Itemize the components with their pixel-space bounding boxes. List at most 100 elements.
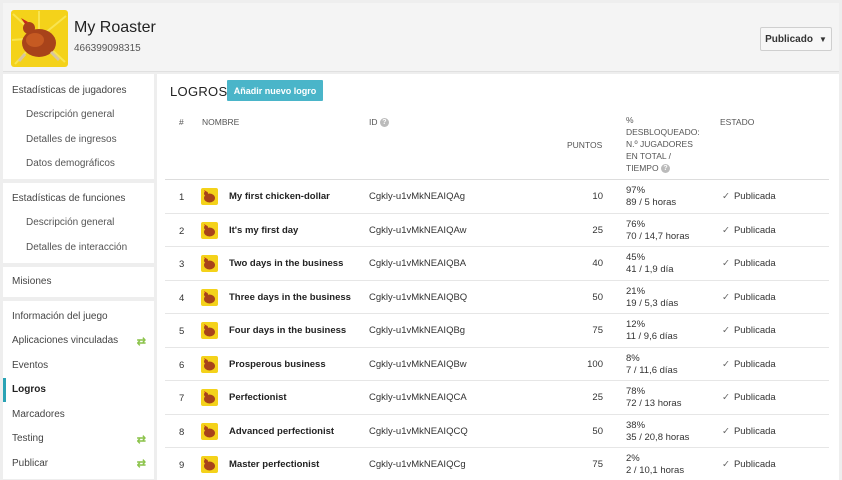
state-label: Publicada — [733, 258, 776, 269]
publish-status-dropdown[interactable]: Publicado ▼ — [760, 27, 832, 51]
sidebar-nav: Estadísticas de jugadores Descripción gen… — [3, 74, 154, 480]
table-row[interactable]: 1 My first chicken-dollar Cgkly-u1vMkNEA… — [165, 180, 829, 214]
achievement-name[interactable]: Master perfectionist — [229, 459, 319, 470]
unlocked-players-time: 72 / 13 horas — [626, 398, 682, 409]
achievement-name[interactable]: Four days in the business — [229, 325, 346, 336]
achievement-id: Cgkly-u1vMkNEAIQBA — [369, 258, 467, 269]
sidebar-item[interactable]: Descripción general — [3, 211, 154, 236]
achievement-chicken-icon — [201, 288, 218, 306]
achievement-name[interactable]: Advanced perfectionist — [229, 426, 334, 437]
sidebar-item-label: Detalles de ingresos — [26, 133, 117, 145]
col-header-id: ID ? — [369, 116, 389, 128]
state-label: Publicada — [733, 392, 776, 403]
table-row[interactable]: 3 Two days in the business Cgkly-u1vMkNE… — [165, 247, 829, 281]
table-row[interactable]: 4 Three days in the business Cgkly-u1vMk… — [165, 281, 829, 314]
page-title: LOGROS — [170, 84, 228, 99]
sidebar-item-label: Testing — [12, 433, 44, 445]
checkmark-icon: ✓ — [722, 258, 730, 269]
unlocked-stats: 2% 2 / 10,1 horas — [626, 453, 684, 477]
unlocked-percent: 2% — [626, 453, 640, 464]
sidebar-item[interactable]: Testing ⇄ — [3, 427, 154, 452]
state-label: Publicada — [733, 291, 776, 303]
row-number: 5 — [179, 326, 185, 337]
row-number: 4 — [179, 292, 185, 304]
sidebar-item-label: Estadísticas de funciones — [12, 192, 126, 204]
achievement-state: ✓ Publicada — [722, 359, 776, 370]
unlocked-percent: 21% — [626, 285, 646, 297]
achievement-points: 10 — [592, 191, 603, 202]
achievement-chicken-icon — [201, 355, 218, 373]
achievement-name[interactable]: Two days in the business — [229, 258, 343, 269]
achievement-state: ✓ Publicada — [722, 191, 776, 202]
help-icon[interactable]: ? — [660, 164, 670, 174]
app-id: 466399098315 — [74, 43, 141, 54]
sidebar-group: Información del juego Aplicaciones vincul… — [3, 301, 154, 479]
state-label: Publicada — [733, 191, 776, 202]
achievement-state: ✓ Publicada — [722, 459, 776, 470]
app-header: My Roaster 466399098315 Publicado ▼ — [3, 3, 839, 72]
sidebar-item[interactable]: Logros — [3, 377, 154, 402]
sidebar-item[interactable]: Eventos — [3, 353, 154, 378]
sidebar-item[interactable]: Estadísticas de jugadores — [3, 78, 154, 103]
sidebar-item[interactable]: Misiones — [3, 270, 154, 295]
unlocked-percent: 12% — [626, 319, 646, 330]
unlocked-percent: 45% — [626, 252, 646, 263]
table-row[interactable]: 9 Master perfectionist Cgkly-u1vMkNEAIQC… — [165, 448, 829, 480]
sidebar-item[interactable]: Publicar ⇄ — [3, 451, 154, 476]
row-number: 8 — [179, 426, 185, 438]
sidebar-item[interactable]: Marcadores — [3, 402, 154, 427]
achievement-chicken-icon — [201, 456, 218, 473]
sidebar-item[interactable]: Datos demográficos — [3, 152, 154, 177]
achievement-points: 25 — [592, 392, 603, 403]
sync-arrows-icon: ⇄ — [136, 458, 146, 470]
unlocked-stats: 97% 89 / 5 horas — [626, 185, 676, 209]
state-label: Publicada — [733, 224, 776, 236]
unlocked-percent: 76% — [626, 218, 646, 230]
table-row[interactable]: 5 Four days in the business Cgkly-u1vMkN… — [165, 314, 829, 348]
sidebar-group: Misiones — [3, 266, 154, 297]
col-header-points: PUNTOS — [567, 140, 603, 150]
unlocked-percent: 97% — [626, 185, 646, 196]
col-header-state: ESTADO — [720, 117, 755, 127]
help-icon[interactable]: ? — [379, 118, 389, 128]
chevron-down-icon: ▼ — [818, 34, 827, 44]
achievement-name[interactable]: Prosperous business — [229, 359, 326, 370]
roaster-chicken-icon — [11, 10, 68, 67]
sidebar-item[interactable]: Detalles de interacción — [3, 235, 154, 260]
table-row[interactable]: 7 Perfectionist Cgkly-u1vMkNEAIQCA 25 78… — [165, 381, 829, 415]
sidebar-group: Estadísticas de funciones Descripción gen… — [3, 183, 154, 263]
row-number: 3 — [179, 259, 185, 270]
unlocked-stats: 78% 72 / 13 horas — [626, 386, 681, 410]
achievement-name[interactable]: My first chicken-dollar — [229, 191, 330, 202]
table-row[interactable]: 8 Advanced perfectionist Cgkly-u1vMkNEAI… — [165, 415, 829, 448]
checkmark-icon: ✓ — [722, 191, 730, 202]
table-row[interactable]: 6 Prosperous business Cgkly-u1vMkNEAIQBw… — [165, 348, 829, 381]
unlocked-percent: 78% — [626, 386, 646, 397]
achievement-name[interactable]: It's my first day — [229, 225, 298, 236]
sidebar-item[interactable]: Estadísticas de funciones — [3, 186, 154, 211]
sidebar-item[interactable]: Detalles de ingresos — [3, 127, 154, 152]
checkmark-icon: ✓ — [722, 325, 730, 336]
publish-status-label: Publicado — [765, 33, 813, 45]
add-achievement-button[interactable]: Añadir nuevo logro — [227, 80, 323, 101]
achievement-state: ✓ Publicada — [722, 225, 776, 236]
sidebar-item-label: Estadísticas de jugadores — [12, 84, 127, 96]
achievement-id: Cgkly-u1vMkNEAIQBw — [369, 358, 467, 370]
sidebar-item[interactable]: Descripción general — [3, 103, 154, 128]
table-row[interactable]: 2 It's my first day Cgkly-u1vMkNEAIQAw 2… — [165, 214, 829, 247]
sidebar-item-label: Detalles de interacción — [26, 241, 128, 253]
achievement-name[interactable]: Three days in the business — [229, 292, 351, 303]
achievement-name[interactable]: Perfectionist — [229, 392, 287, 403]
row-number: 9 — [179, 460, 185, 471]
sidebar-item[interactable]: Aplicaciones vinculadas ⇄ — [3, 329, 154, 354]
sidebar-item[interactable]: Información del juego — [3, 304, 154, 329]
unlocked-stats: 45% 41 / 1,9 día — [626, 252, 674, 276]
sidebar-item-label: Descripción general — [26, 109, 115, 121]
checkmark-icon: ✓ — [722, 392, 730, 403]
unlocked-percent: 38% — [626, 419, 646, 431]
sidebar-item-label: Misiones — [12, 276, 52, 288]
sidebar-item-label: Marcadores — [12, 408, 65, 420]
achievement-chicken-icon — [201, 322, 218, 339]
checkmark-icon: ✓ — [722, 425, 730, 437]
col-header-name: NOMBRE — [202, 117, 240, 127]
